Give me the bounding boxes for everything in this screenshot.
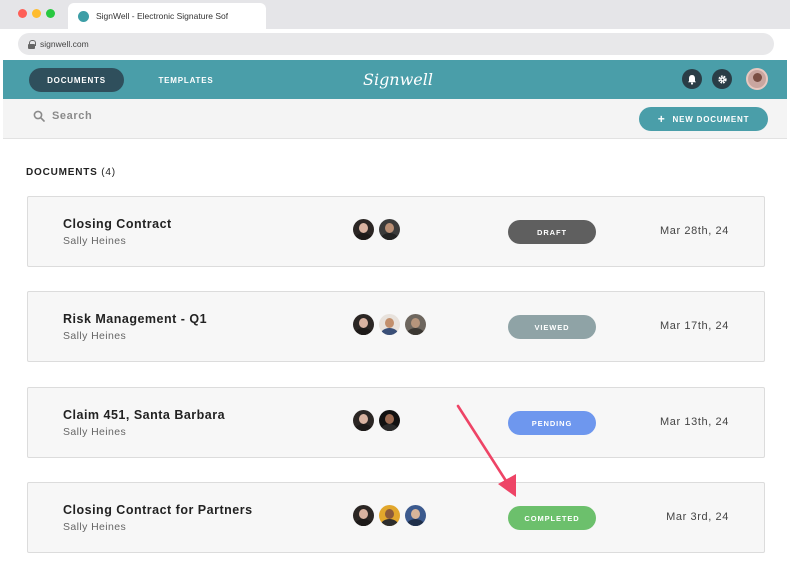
user-avatar[interactable]: [746, 68, 768, 90]
new-document-button[interactable]: + NEW DOCUMENT: [639, 107, 768, 131]
document-date: Mar 28th, 24: [660, 225, 729, 237]
signer-avatar[interactable]: [405, 314, 426, 335]
document-owner: Sally Heines: [63, 426, 127, 438]
gear-icon: [717, 74, 727, 84]
section-title-text: DOCUMENTS: [26, 167, 98, 178]
address-bar[interactable]: signwell.com: [18, 33, 774, 55]
signwell-favicon-icon: [78, 10, 89, 22]
document-owner: Sally Heines: [63, 521, 127, 533]
signer-avatars: [353, 505, 431, 526]
signer-avatars: [353, 314, 431, 335]
status-badge: VIEWED: [508, 315, 596, 339]
document-date: Mar 3rd, 24: [666, 511, 729, 523]
bell-icon: [688, 74, 696, 85]
signer-avatars: [353, 219, 405, 240]
documents-count: (4): [101, 167, 116, 178]
signer-avatar[interactable]: [379, 219, 400, 240]
document-owner: Sally Heines: [63, 235, 127, 247]
browser-address-row: signwell.com: [0, 29, 790, 59]
nav-documents-tab[interactable]: DOCUMENTS: [29, 68, 124, 92]
document-name[interactable]: Closing Contract: [63, 217, 172, 231]
document-name[interactable]: Claim 451, Santa Barbara: [63, 408, 225, 422]
signwell-logo[interactable]: Signwell: [343, 66, 453, 92]
signer-avatar[interactable]: [379, 314, 400, 335]
signer-avatar[interactable]: [379, 505, 400, 526]
signer-avatar[interactable]: [379, 410, 400, 431]
close-window-button[interactable]: [18, 9, 27, 18]
signer-avatar[interactable]: [353, 505, 374, 526]
signer-avatars: [353, 410, 405, 431]
document-card[interactable]: Closing Contract for Partners Sally Hein…: [27, 482, 765, 553]
documents-section-title: DOCUMENTS (4): [26, 167, 116, 178]
search-placeholder: Search: [52, 110, 93, 122]
lock-icon: [28, 40, 36, 49]
document-name[interactable]: Risk Management - Q1: [63, 312, 207, 326]
signer-avatar[interactable]: [353, 314, 374, 335]
maximize-window-button[interactable]: [46, 9, 55, 18]
document-date: Mar 13th, 24: [660, 416, 729, 428]
search-icon: [33, 110, 45, 122]
browser-tab[interactable]: SignWell - Electronic Signature Sof: [68, 3, 266, 29]
minimize-window-button[interactable]: [32, 9, 41, 18]
annotation-arrow-icon: [456, 404, 516, 497]
toolbar: Search + NEW DOCUMENT: [3, 99, 787, 139]
nav-templates-tab[interactable]: TEMPLATES: [151, 68, 221, 92]
signer-avatar[interactable]: [353, 219, 374, 240]
status-badge: COMPLETED: [508, 506, 596, 530]
new-document-label: NEW DOCUMENT: [672, 114, 750, 124]
browser-tab-title: SignWell - Electronic Signature Sof: [96, 11, 229, 21]
plus-icon: +: [657, 112, 666, 126]
document-owner: Sally Heines: [63, 330, 127, 342]
browser-tab-strip: SignWell - Electronic Signature Sof: [0, 0, 790, 29]
document-card[interactable]: Closing Contract Sally Heines DRAFT Mar …: [27, 196, 765, 267]
document-card[interactable]: Risk Management - Q1 Sally Heines VIEWED…: [27, 291, 765, 362]
signer-avatar[interactable]: [353, 410, 374, 431]
status-badge: DRAFT: [508, 220, 596, 244]
document-date: Mar 17th, 24: [660, 320, 729, 332]
app-header: DOCUMENTS TEMPLATES Signwell: [3, 60, 787, 99]
document-name[interactable]: Closing Contract for Partners: [63, 503, 253, 517]
search-input[interactable]: Search: [33, 110, 92, 122]
signer-avatar[interactable]: [405, 505, 426, 526]
settings-button[interactable]: [712, 69, 732, 89]
address-url: signwell.com: [40, 39, 89, 49]
document-card[interactable]: Claim 451, Santa Barbara Sally Heines PE…: [27, 387, 765, 458]
notifications-button[interactable]: [682, 69, 702, 89]
